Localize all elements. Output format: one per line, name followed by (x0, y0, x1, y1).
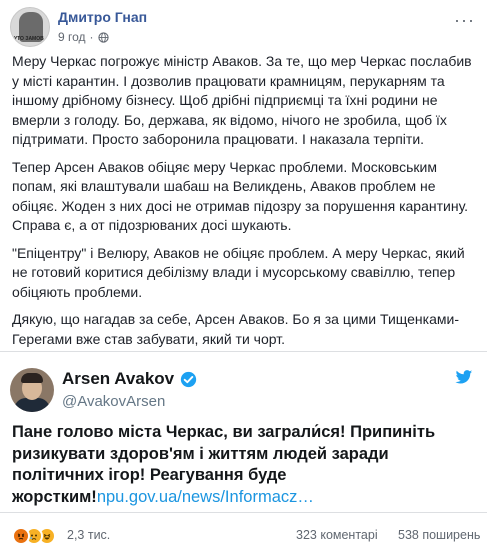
post-text: Меру Черкас погрожує міністр Аваков. За … (12, 52, 478, 357)
post-header: УТО ЗАМОВ Дмитро Гнап 9 год · ··· (0, 0, 487, 52)
reactions[interactable] (12, 527, 56, 545)
author-avatar[interactable]: УТО ЗАМОВ (10, 7, 50, 47)
angry-reaction-icon (12, 527, 30, 545)
avatar-suit (14, 398, 50, 412)
more-icon[interactable]: ··· (454, 10, 475, 31)
tweet-text: Пане голово міста Черкас, ви заграли́ся!… (12, 422, 476, 508)
twitter-bird-icon[interactable] (455, 370, 473, 385)
tweet-handle[interactable]: @AvakovArsen (62, 393, 165, 410)
post-meta: 9 год · (58, 30, 109, 44)
post-paragraph: Тепер Арсен Аваков обіцяє меру Черкас пр… (12, 158, 469, 234)
post-footer: 2,3 тис. 323 коментарі 538 поширень (0, 520, 487, 556)
post-paragraph: Дякую, що нагадав за себе, Арсен Аваков.… (12, 311, 459, 347)
post-time[interactable]: 9 год (58, 30, 86, 44)
globe-icon (97, 31, 109, 43)
tweet-author-name[interactable]: Arsen Avakov (62, 369, 174, 389)
shares-count[interactable]: 538 поширень (398, 528, 480, 542)
comments-count[interactable]: 323 коментарі (296, 528, 378, 542)
time-separator: · (89, 30, 94, 44)
author-name[interactable]: Дмитро Гнап (58, 9, 147, 25)
reactions-count[interactable]: 2,3 тис. (67, 528, 110, 542)
embedded-tweet[interactable]: Arsen Avakov @AvakovArsen Пане голово мі… (0, 351, 487, 513)
avatar-caption: УТО ЗАМОВ (14, 36, 44, 42)
tweet-avatar[interactable] (10, 368, 54, 412)
verified-icon (180, 371, 197, 387)
tweet-author-row: Arsen Avakov (62, 369, 197, 389)
post-paragraph: Меру Черкас погрожує міністр Аваков. За … (12, 53, 472, 147)
tweet-link[interactable]: npu.gov.ua/news/Informacz… (97, 488, 314, 506)
avatar-hair (21, 373, 43, 383)
post-paragraph: "Епіцентру" і Велюру, Аваков не обіцяє п… (12, 244, 465, 300)
